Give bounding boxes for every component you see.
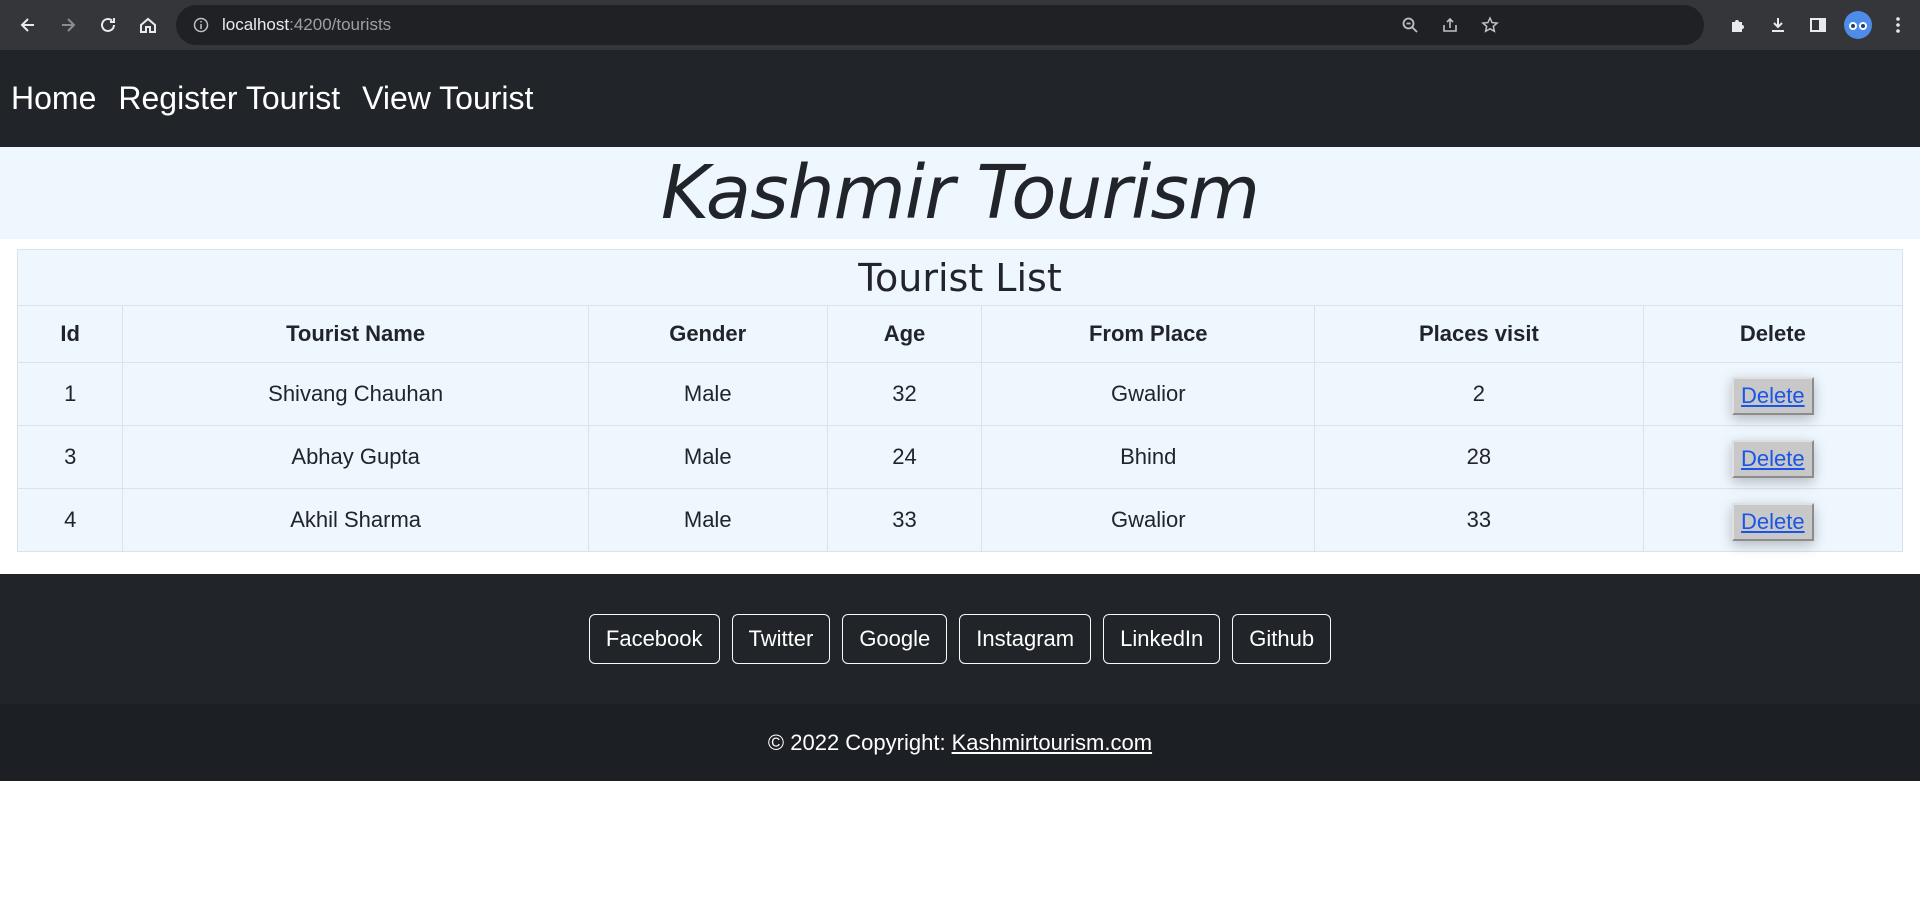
delete-button[interactable]: Delete — [1731, 376, 1814, 415]
address-bar[interactable]: localhost:4200/tourists — [176, 5, 1704, 45]
profile-avatar[interactable] — [1844, 11, 1872, 39]
url-text: localhost:4200/tourists — [222, 15, 391, 35]
facebook-button[interactable]: Facebook — [588, 614, 720, 664]
browser-toolbar: localhost:4200/tourists — [0, 0, 1920, 50]
footer-social-bar: Facebook Twitter Google Instagram Linked… — [0, 574, 1920, 704]
hero-banner: Kashmir Tourism — [0, 147, 1920, 239]
cell-places-visit: 33 — [1314, 488, 1644, 551]
cell-id: 4 — [18, 488, 124, 551]
menu-kebab-icon[interactable] — [1884, 11, 1912, 39]
nav-view-tourist-link[interactable]: View Tourist — [362, 80, 533, 117]
cell-name: Akhil Sharma — [122, 488, 589, 551]
column-header-from-place: From Place — [981, 306, 1316, 363]
back-arrow-icon[interactable] — [8, 5, 48, 45]
cell-from-place: Gwalior — [981, 362, 1316, 426]
cell-gender: Male — [588, 425, 828, 489]
table-row: 3 Abhay Gupta Male 24 Bhind 28 Delete — [18, 425, 1902, 489]
cell-delete: Delete — [1643, 362, 1902, 426]
side-panel-icon[interactable] — [1804, 11, 1832, 39]
cell-from-place: Bhind — [981, 425, 1316, 489]
cell-delete: Delete — [1643, 425, 1902, 489]
cell-age: 32 — [827, 362, 983, 426]
delete-button[interactable]: Delete — [1731, 439, 1814, 478]
cell-id: 3 — [18, 425, 124, 489]
url-host: localhost — [222, 15, 290, 34]
site-info-icon[interactable] — [190, 14, 212, 36]
column-header-delete: Delete — [1643, 306, 1902, 363]
google-button[interactable]: Google — [842, 614, 948, 664]
tourist-table-container: Tourist List Id Tourist Name Gender Age … — [17, 249, 1903, 552]
omnibox-actions — [1396, 5, 1504, 45]
tourist-table: Id Tourist Name Gender Age From Place Pl… — [18, 306, 1902, 551]
linkedin-button[interactable]: LinkedIn — [1103, 614, 1221, 664]
github-button[interactable]: Github — [1232, 614, 1332, 664]
cell-name: Shivang Chauhan — [122, 362, 589, 426]
bookmark-star-icon[interactable] — [1476, 11, 1504, 39]
site-title: Kashmir Tourism — [660, 150, 1260, 236]
column-header-name: Tourist Name — [122, 306, 589, 363]
cell-age: 24 — [827, 425, 983, 489]
instagram-button[interactable]: Instagram — [959, 614, 1092, 664]
cell-gender: Male — [588, 362, 828, 426]
table-row: 4 Akhil Sharma Male 33 Gwalior 33 Delete — [18, 488, 1902, 551]
reload-icon[interactable] — [88, 5, 128, 45]
browser-actions — [1724, 5, 1912, 45]
cell-age: 33 — [827, 488, 983, 551]
url-path: :4200/tourists — [289, 15, 392, 34]
column-header-age: Age — [827, 306, 983, 363]
nav-home-link[interactable]: Home — [11, 80, 96, 117]
copyright-link[interactable]: Kashmirtourism.com — [952, 730, 1152, 756]
cell-places-visit: 28 — [1314, 425, 1644, 489]
share-icon[interactable] — [1436, 11, 1464, 39]
table-header-row: Id Tourist Name Gender Age From Place Pl… — [18, 306, 1902, 363]
cell-gender: Male — [588, 488, 828, 551]
forward-arrow-icon[interactable] — [48, 5, 88, 45]
table-row: 1 Shivang Chauhan Male 32 Gwalior 2 Dele… — [18, 362, 1902, 426]
cell-delete: Delete — [1643, 488, 1902, 551]
cell-from-place: Gwalior — [981, 488, 1316, 551]
extensions-puzzle-icon[interactable] — [1724, 11, 1752, 39]
copyright-text: © 2022 Copyright: — [767, 729, 946, 755]
column-header-gender: Gender — [588, 306, 828, 363]
footer-copyright: © 2022 Copyright: Kashmirtourism.com — [0, 704, 1920, 781]
cell-id: 1 — [18, 362, 124, 426]
table-caption: Tourist List — [18, 250, 1902, 306]
cell-places-visit: 2 — [1314, 362, 1644, 426]
download-icon[interactable] — [1764, 11, 1792, 39]
twitter-button[interactable]: Twitter — [731, 614, 831, 664]
column-header-places-visit: Places visit — [1314, 306, 1644, 363]
home-icon[interactable] — [128, 5, 168, 45]
zoom-icon[interactable] — [1396, 11, 1424, 39]
delete-button[interactable]: Delete — [1731, 502, 1814, 541]
column-header-id: Id — [18, 306, 124, 363]
nav-register-tourist-link[interactable]: Register Tourist — [118, 80, 340, 117]
cell-name: Abhay Gupta — [122, 425, 589, 489]
site-navbar: Home Register Tourist View Tourist — [0, 50, 1920, 147]
